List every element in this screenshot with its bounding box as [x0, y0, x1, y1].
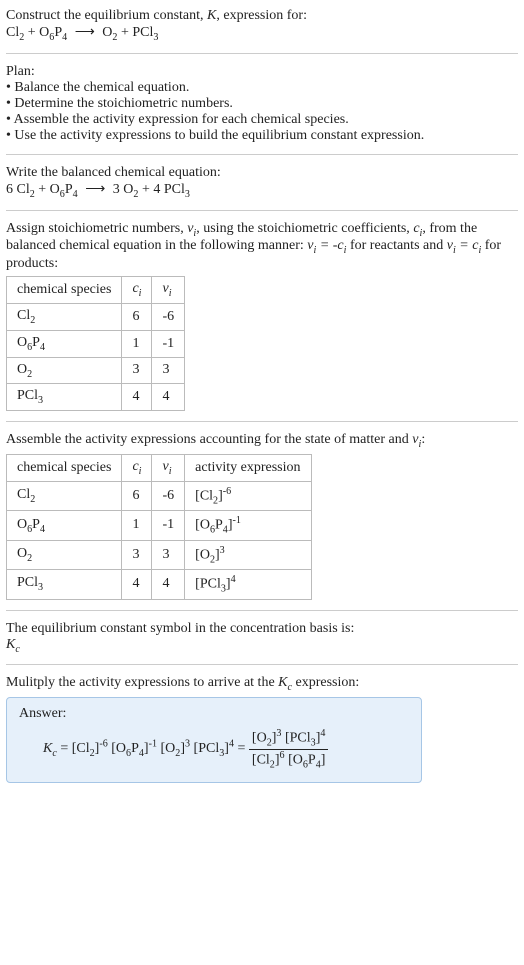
plan-bullet-1: • Balance the chemical equation.	[6, 80, 518, 96]
table-row: chemical species ci νi	[7, 277, 185, 304]
answer-box: Answer: Kc = [Cl2]-6 [O6P4]-1 [O2]3 [PCl…	[6, 697, 422, 783]
answer-expression: Kc = [Cl2]-6 [O6P4]-1 [O2]3 [PCl3]4 = [O…	[19, 722, 409, 770]
table-row: Cl2 6 -6 [Cl2]-6	[7, 481, 312, 510]
table-row: PCl3 4 4	[7, 384, 185, 411]
divider	[6, 154, 518, 155]
header-vi: νi	[152, 277, 185, 304]
kc-symbol-block: The equilibrium constant symbol in the c…	[6, 621, 518, 655]
table-row: Cl2 6 -6	[7, 303, 185, 330]
balanced-heading: Write the balanced chemical equation:	[6, 165, 518, 181]
plan-heading: Plan:	[6, 64, 518, 80]
table-row: O6P4 1 -1	[7, 330, 185, 357]
table-row: chemical species ci νi activity expressi…	[7, 454, 312, 481]
plan-block: Plan: • Balance the chemical equation. •…	[6, 64, 518, 144]
kc-symbol: Kc	[6, 637, 518, 655]
balanced-block: Write the balanced chemical equation: 6 …	[6, 165, 518, 200]
divider	[6, 610, 518, 611]
answer-label: Answer:	[19, 706, 409, 722]
kc-symbol-text: The equilibrium constant symbol in the c…	[6, 621, 518, 637]
activity-block: Assemble the activity expressions accoun…	[6, 432, 518, 599]
intro-text-part1: Construct the equilibrium constant,	[6, 8, 207, 23]
table-row: O2 3 3	[7, 357, 185, 384]
plan-bullet-2: • Determine the stoichiometric numbers.	[6, 96, 518, 112]
divider	[6, 53, 518, 54]
unbalanced-equation: Cl2 + O6P4 ⟶ O2 + PCl3	[6, 25, 158, 40]
stoich-text: Assign stoichiometric numbers, νi, using…	[6, 221, 518, 273]
activity-text: Assemble the activity expressions accoun…	[6, 432, 518, 450]
table-row: O6P4 1 -1 [O6P4]-1	[7, 511, 312, 540]
multiply-block: Mulitply the activity expressions to arr…	[6, 675, 518, 783]
table-row: O2 3 3 [O2]3	[7, 540, 312, 569]
divider	[6, 210, 518, 211]
intro-block: Construct the equilibrium constant, K, e…	[6, 8, 518, 43]
header-ci: ci	[122, 277, 152, 304]
intro-text-part2: , expression for:	[216, 8, 307, 23]
table-row: PCl3 4 4 [PCl3]4	[7, 570, 312, 599]
stoich-table: chemical species ci νi Cl2 6 -6 O6P4 1 -…	[6, 276, 185, 411]
multiply-text: Mulitply the activity expressions to arr…	[6, 675, 518, 693]
activity-table: chemical species ci νi activity expressi…	[6, 454, 312, 600]
k-symbol: K	[207, 8, 216, 23]
header-species: chemical species	[7, 277, 122, 304]
divider	[6, 421, 518, 422]
divider	[6, 664, 518, 665]
plan-bullet-4: • Use the activity expressions to build …	[6, 128, 518, 144]
stoich-block: Assign stoichiometric numbers, νi, using…	[6, 221, 518, 412]
plan-bullet-3: • Assemble the activity expression for e…	[6, 112, 518, 128]
balanced-equation: 6 Cl2 + O6P4 ⟶ 3 O2 + 4 PCl3	[6, 182, 190, 197]
